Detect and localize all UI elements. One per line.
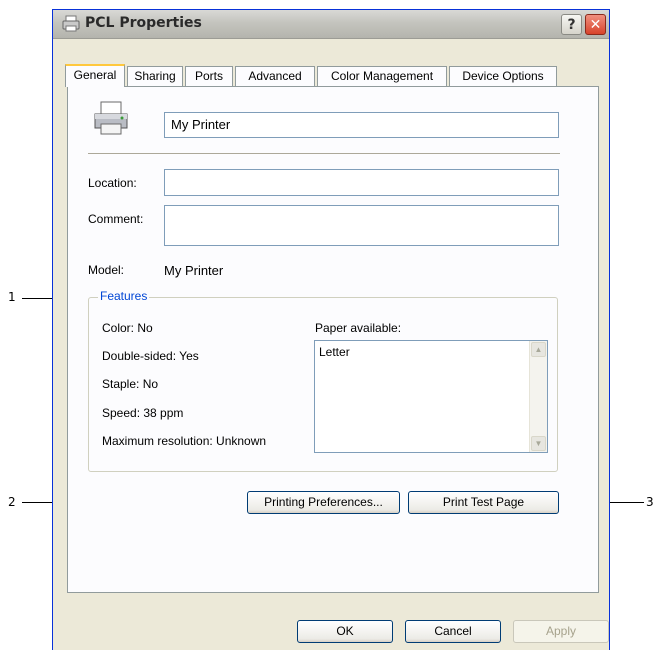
tab-color-management[interactable]: Color Management: [317, 66, 447, 86]
printer-large-icon: [94, 101, 128, 135]
location-field[interactable]: [164, 169, 559, 196]
printing-preferences-button[interactable]: Printing Preferences...: [247, 491, 400, 514]
scroll-up-icon[interactable]: ▲: [531, 342, 546, 357]
printer-icon: [62, 15, 80, 32]
model-label: Model:: [88, 263, 125, 277]
callout-3: 3: [646, 495, 654, 509]
location-label: Location:: [88, 176, 137, 190]
callout-2: 2: [8, 495, 16, 509]
cancel-button[interactable]: Cancel: [405, 620, 501, 643]
printer-name-field[interactable]: My Printer: [164, 112, 559, 138]
help-button[interactable]: ?: [561, 14, 582, 35]
tab-advanced[interactable]: Advanced: [235, 66, 315, 86]
tab-sharing[interactable]: Sharing: [127, 66, 183, 86]
apply-button[interactable]: Apply: [513, 620, 609, 643]
max-resolution-feature: Maximum resolution: Unknown: [102, 434, 267, 448]
paper-list-scrollbar[interactable]: ▲ ▼: [529, 341, 547, 452]
tab-general[interactable]: General: [65, 64, 125, 87]
title-bar[interactable]: PCL Properties ? ✕: [53, 10, 609, 39]
printer-properties-dialog: PCL Properties ? ✕ General Sharing Ports…: [52, 9, 610, 650]
close-button[interactable]: ✕: [585, 14, 606, 35]
paper-available-label: Paper available:: [315, 321, 402, 335]
paper-available-list[interactable]: Letter ▲ ▼: [314, 340, 548, 453]
print-test-page-button[interactable]: Print Test Page: [408, 491, 559, 514]
staple-feature: Staple: No: [102, 377, 159, 391]
divider: [88, 153, 560, 154]
double-sided-feature: Double-sided: Yes: [102, 349, 199, 363]
general-tab-panel: My Printer Location: Comment: Model: My …: [67, 86, 599, 593]
callout-1: 1: [8, 290, 16, 304]
comment-label: Comment:: [88, 212, 144, 226]
tab-ports[interactable]: Ports: [185, 66, 233, 86]
comment-field[interactable]: [164, 205, 559, 246]
scroll-down-icon[interactable]: ▼: [531, 436, 546, 451]
paper-item[interactable]: Letter: [319, 345, 350, 359]
color-feature: Color: No: [102, 321, 153, 335]
speed-feature: Speed: 38 ppm: [102, 406, 184, 420]
window-title: PCL Properties: [85, 15, 202, 31]
ok-button[interactable]: OK: [297, 620, 393, 643]
model-value: My Printer: [164, 263, 224, 278]
features-title: Features: [98, 289, 150, 303]
tab-device-options[interactable]: Device Options: [449, 66, 557, 86]
